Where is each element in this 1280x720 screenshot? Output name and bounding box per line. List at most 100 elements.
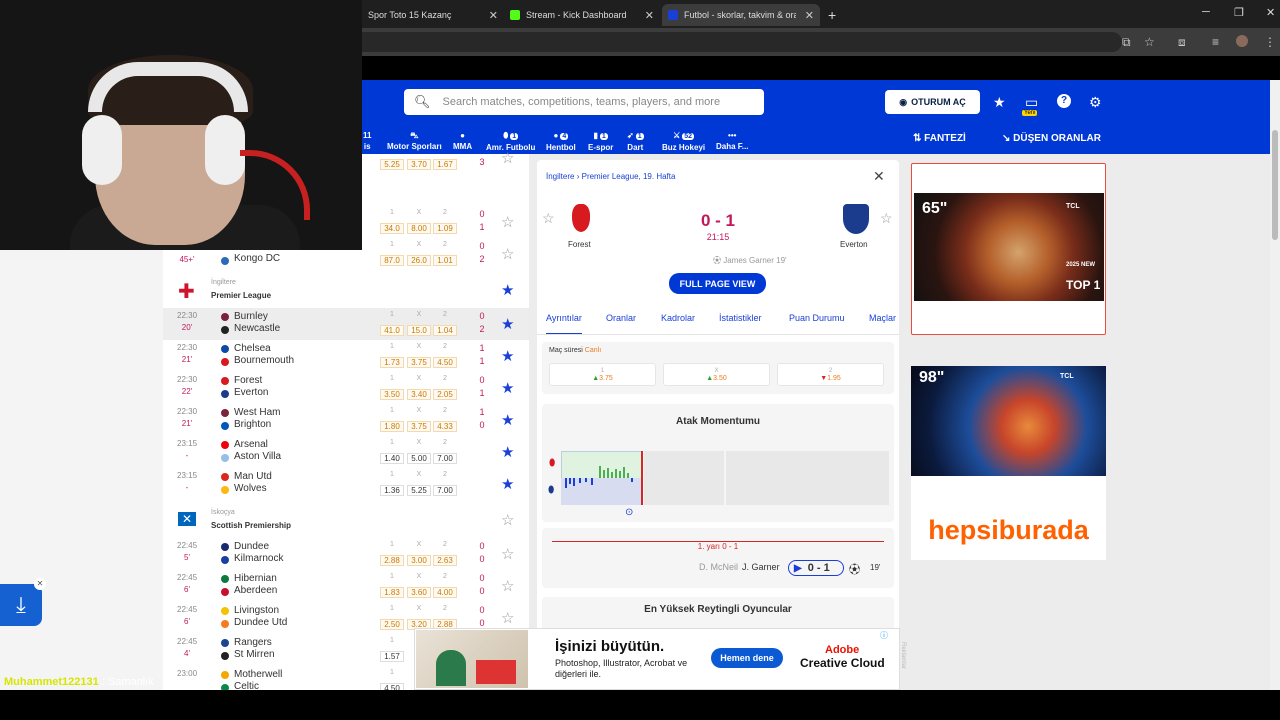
favorite-star-icon[interactable]: ★ (501, 475, 514, 493)
odd-draw[interactable]: 3.60 (407, 587, 431, 598)
close-panel-icon[interactable]: ✕ (873, 168, 885, 185)
odd-draw[interactable]: 3.75 (407, 421, 431, 432)
odd-box-draw[interactable]: X ▲3.50 (663, 363, 770, 386)
sport-nav-ice-hockey[interactable]: ⚔ 52 Buz Hokeyi (662, 130, 705, 153)
menu-icon[interactable]: ⋮ (1264, 35, 1276, 49)
odd-away[interactable]: 1.09 (433, 223, 457, 234)
install-app-icon[interactable]: ⧉ (1122, 35, 1131, 50)
odd-draw[interactable]: 3.75 (407, 357, 431, 368)
tab-details[interactable]: Ayrıntılar (546, 313, 582, 335)
odd-draw[interactable]: 3.70 (407, 159, 431, 170)
maximize-icon[interactable]: ❐ (1234, 6, 1244, 19)
search-input[interactable]: 🔍︎ Search matches, competitions, teams, … (404, 89, 764, 115)
close-icon[interactable]: ✕ (645, 9, 654, 22)
close-icon[interactable]: ✕ (489, 9, 498, 22)
favorite-star-icon[interactable]: ★ (501, 315, 514, 333)
goal-event-score[interactable]: ▶ 0 - 1 (788, 560, 844, 576)
odd-draw[interactable]: 3.40 (407, 389, 431, 400)
odd-away[interactable]: 2.63 (433, 555, 457, 566)
match-row[interactable]: 22:30 22' Forest Everton 1 X 2 3.50 3.40 2.05 0 1 ★ (163, 372, 529, 404)
help-icon[interactable]: ? (1057, 94, 1071, 108)
odd-draw[interactable]: 5.25 (407, 485, 431, 496)
tab-odds[interactable]: Oranlar (606, 313, 636, 323)
close-download-icon[interactable]: ✕ (34, 578, 46, 590)
odd-home[interactable]: 1.40 (380, 453, 404, 464)
browser-tab[interactable]: Spor Toto 15 Kazanç ✕ (362, 4, 504, 26)
odd-draw[interactable]: 5.00 (407, 453, 431, 464)
odd-away[interactable]: 7.00 (433, 485, 457, 496)
download-button[interactable]: ⤓ (0, 584, 42, 626)
odd-home[interactable]: 2.88 (380, 555, 404, 566)
odd-draw[interactable]: 26.0 (407, 255, 431, 266)
match-row[interactable]: 23:15 - Arsenal Aston Villa 1 X 2 1.40 5.00 7.00 ★ (163, 436, 529, 468)
browser-tab[interactable]: Stream - Kick Dashboard ✕ (504, 4, 660, 26)
odd-home[interactable]: 34.0 (380, 223, 404, 234)
league-star-icon[interactable]: ☆ (501, 511, 514, 529)
match-row[interactable]: 22:45 6' Hibernian Aberdeen 1 X 2 1.83 3.60 4.00 0… (163, 570, 529, 602)
breadcrumb-country[interactable]: İngiltere (546, 172, 574, 181)
odd-away[interactable]: 4.33 (433, 421, 457, 432)
odd-draw[interactable]: 8.00 (407, 223, 431, 234)
odd-away[interactable]: 4.00 (433, 587, 457, 598)
extensions-icon[interactable]: ⧈ (1178, 35, 1186, 50)
tv-icon[interactable]: ▭ (1025, 94, 1038, 111)
sport-nav-esports[interactable]: ▮ 1 E-spor (588, 130, 613, 153)
odd-away[interactable]: 1.01 (433, 255, 457, 266)
login-button[interactable]: ◉ OTURUM AÇ (885, 90, 980, 114)
dropping-odds-link[interactable]: ↘ DÜŞEN ORANLAR (1002, 133, 1101, 144)
odd-home[interactable]: 1.36 (380, 485, 404, 496)
window-close-icon[interactable]: ✕ (1266, 6, 1275, 19)
sport-nav-darts[interactable]: ➶ 1 Dart (627, 130, 644, 153)
favorite-star-icon[interactable]: ★ (501, 443, 514, 461)
settings-gear-icon[interactable]: ⚙ (1089, 94, 1102, 111)
profile-avatar-icon[interactable] (1236, 35, 1248, 47)
odd-home[interactable]: 87.0 (380, 255, 404, 266)
favorite-star-icon[interactable]: ☆ (501, 609, 514, 627)
odd-away[interactable]: 4.50 (433, 357, 457, 368)
match-row[interactable]: 22:45 5' Dundee Kilmarnock 1 X 2 2.88 3.00 2.63 0 0… (163, 538, 529, 570)
fantasy-link[interactable]: ⇅ FANTEZİ (913, 133, 966, 144)
tab-standings[interactable]: Puan Durumu (789, 313, 845, 323)
odd-home[interactable]: 5.25 (380, 159, 404, 170)
odd-home[interactable]: 2.50 (380, 619, 404, 630)
favorite-star-icon[interactable]: ☆ (501, 245, 514, 263)
odd-box-home[interactable]: 1 ▲3.75 (549, 363, 656, 386)
odd-home[interactable]: 1.80 (380, 421, 404, 432)
odd-draw[interactable]: 3.00 (407, 555, 431, 566)
odd-away[interactable]: 2.05 (433, 389, 457, 400)
sport-nav-handball[interactable]: ● 4 Hentbol (546, 130, 576, 153)
favorite-star-icon[interactable]: ☆ (501, 149, 514, 167)
tab-lineups[interactable]: Kadrolar (661, 313, 695, 323)
match-row[interactable]: 22:30 21' Chelsea Bournemouth 1 X 2 1.73 3.75 4.5… (163, 340, 529, 372)
favorite-star-icon[interactable]: ☆ (501, 213, 514, 231)
adobe-cta-button[interactable]: Hemen dene (711, 648, 783, 668)
browser-tab-active[interactable]: Futbol - skorlar, takvim & oranl ✕ (662, 4, 820, 26)
league-header-premier[interactable]: ✚ İngiltere Premier League ★ (163, 276, 529, 308)
sport-nav-more[interactable]: ••• Daha F... (716, 130, 748, 152)
hepsiburada-logo[interactable]: hepsiburada (911, 515, 1106, 546)
favorite-star-icon[interactable]: ★ (501, 379, 514, 397)
match-row[interactable]: 23:15 - Man Utd Wolves 1 X 2 1.36 5.25 7.00 ★ (163, 468, 529, 500)
odd-away[interactable]: 7.00 (433, 453, 457, 464)
favorites-star-icon[interactable]: ★ (993, 94, 1006, 111)
close-icon[interactable]: ✕ (805, 9, 814, 22)
odd-away[interactable]: 1.67 (433, 159, 457, 170)
adchoices-icon[interactable]: ⓘ (880, 630, 888, 641)
tab-matches[interactable]: Maçlar (869, 313, 896, 323)
tab-statistics[interactable]: İstatistikler (719, 313, 762, 323)
new-tab-button[interactable]: + (822, 4, 842, 26)
league-header-scottish[interactable]: ✕ İskoçya Scottish Premiership ☆ (163, 506, 529, 538)
odd-home[interactable]: 41.0 (380, 325, 404, 336)
full-page-view-button[interactable]: FULL PAGE VIEW (669, 273, 766, 294)
match-row[interactable]: 22:30 21' West Ham Brighton 1 X 2 1.80 3.75 4.33 1… (163, 404, 529, 436)
minimize-icon[interactable]: ─ (1202, 6, 1210, 18)
media-icon[interactable]: ≡ (1212, 35, 1219, 49)
bookmark-star-icon[interactable]: ☆ (1144, 35, 1155, 49)
odd-home[interactable]: 3.50 (380, 389, 404, 400)
address-bar[interactable] (362, 32, 1122, 52)
match-row[interactable]: 22:30 20' Burnley Newcastle 1 X 2 41.0 15.0 1.04 0… (163, 308, 529, 340)
favorite-star-icon[interactable]: ☆ (501, 577, 514, 595)
odd-away[interactable]: 1.04 (433, 325, 457, 336)
odd-home[interactable]: 1.57 (380, 651, 404, 662)
league-star-icon[interactable]: ★ (501, 281, 514, 299)
